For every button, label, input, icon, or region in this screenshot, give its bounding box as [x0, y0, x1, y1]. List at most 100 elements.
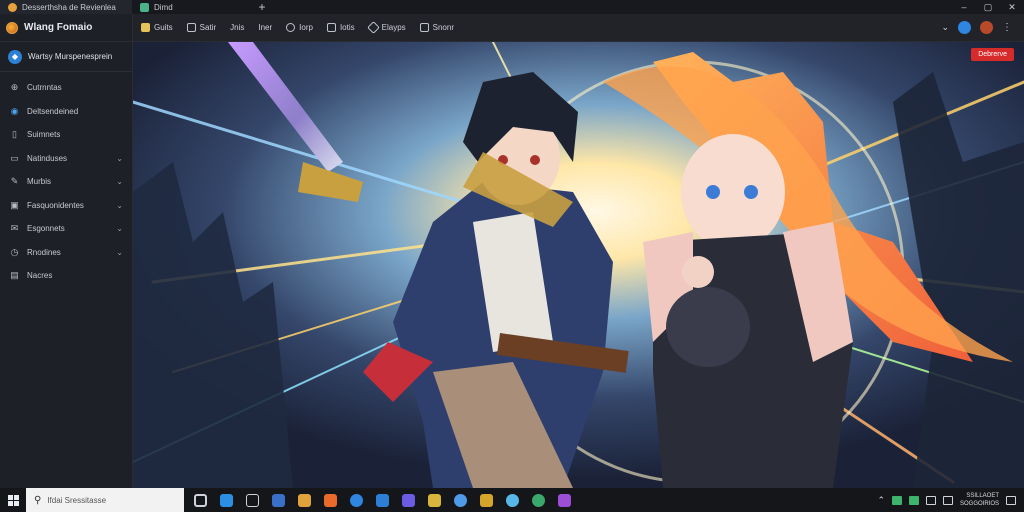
toolbar-label: Iner: [258, 23, 273, 32]
app-title: Wlang Fomaio: [24, 22, 93, 33]
artwork-canvas: Debrerve: [133, 42, 1024, 488]
app-header: Wlang Fomaio: [0, 14, 132, 42]
taskbar: ⚲ Ifdai Sressitasse ⌃ SSILLAOET SOGGOIRI…: [0, 488, 1024, 512]
system-tray: ⌃ SSILLAOET SOGGOIRIOS: [877, 492, 1024, 508]
toolbar-button-guits[interactable]: Guits: [141, 23, 173, 32]
toolbar-button-iner[interactable]: Iner: [258, 23, 272, 32]
app-icon[interactable]: [532, 493, 545, 507]
sidebar-item-cutrnntas[interactable]: ⊕ Cutrnntas: [0, 76, 132, 100]
wifi-icon[interactable]: [925, 495, 936, 505]
sidebar-item-suimnets[interactable]: ▯ Suimnets: [0, 123, 132, 147]
window-icon: [419, 23, 429, 32]
sidebar-item-label: Deltsendeined: [27, 106, 79, 116]
tab-label: Dimd: [154, 2, 173, 12]
tab-label: Desserthsha de Revienlea: [22, 2, 116, 12]
toolbar-button-iotis[interactable]: Iotis: [326, 23, 355, 32]
app-icon[interactable]: [272, 493, 285, 507]
window-controls: – ▢ ✕: [952, 0, 1024, 14]
anime-illustration: [133, 42, 1024, 488]
chevron-down-icon[interactable]: ⌄: [116, 154, 123, 163]
chevron-down-icon[interactable]: ⌄: [941, 22, 949, 33]
sidebar-item-label: Nacres: [27, 271, 53, 281]
battery-icon[interactable]: [908, 495, 919, 505]
app-icon[interactable]: [194, 493, 207, 507]
app-icon[interactable]: [428, 493, 441, 507]
workspace-name: Wartsy Murspenesprein: [28, 52, 113, 61]
new-tab-plus-icon[interactable]: +: [254, 0, 270, 14]
brush-icon: ✎: [10, 176, 19, 187]
chevron-down-icon[interactable]: ⌄: [116, 201, 123, 210]
tab-favicon-icon: [140, 2, 149, 12]
sidebar-item-label: Esgonnets: [27, 224, 65, 234]
clock-time: SSILLAOET: [966, 493, 999, 499]
toolbar-label: Snonr: [432, 23, 454, 32]
more-icon[interactable]: ⋮: [1002, 22, 1012, 33]
document-icon: ▯: [12, 129, 17, 140]
toolbar-label: Guits: [154, 23, 173, 32]
chevron-down-icon[interactable]: ⌄: [116, 177, 123, 186]
minimize-icon[interactable]: –: [952, 0, 976, 14]
sidebar-item-esgonnets[interactable]: ✉ Esgonnets ⌄: [0, 217, 132, 241]
close-icon[interactable]: ✕: [1000, 0, 1024, 14]
toolbar-button-snonr[interactable]: Snonr: [419, 23, 454, 32]
app-icon[interactable]: [454, 493, 467, 507]
sidebar-item-label: Murbis: [27, 177, 52, 187]
app-icon[interactable]: [376, 493, 389, 507]
workspace-selector[interactable]: ◆ Wartsy Murspenesprein: [0, 42, 132, 72]
taskbar-clock[interactable]: SSILLAOET SOGGOIRIOS: [960, 492, 999, 508]
app-icon[interactable]: [350, 493, 363, 507]
maximize-icon[interactable]: ▢: [976, 0, 1000, 14]
title-bar: Desserthsha de Revienlea Dimd + – ▢ ✕: [0, 0, 1024, 14]
toolbar-button-satir[interactable]: Satir: [186, 23, 217, 32]
sidebar-item-label: Cutrnntas: [27, 83, 62, 93]
browser-tab-1[interactable]: Desserthsha de Revienlea: [0, 0, 132, 14]
toolbar: Guits Satir Jnis Iner Iorp Iotis Elayps …: [133, 14, 1024, 42]
network-icon[interactable]: [891, 495, 902, 505]
sidebar-item-fasquonidentes[interactable]: ▣ Fasquonidentes ⌄: [0, 194, 132, 218]
avatar[interactable]: [980, 21, 993, 34]
taskbar-search-input[interactable]: ⚲ Ifdai Sressitasse: [26, 488, 184, 512]
sidebar: Wlang Fomaio ◆ Wartsy Murspenesprein ⊕ C…: [0, 14, 133, 488]
sidebar-item-rnodines[interactable]: ◷ Rnodines ⌄: [0, 241, 132, 265]
toolbar-button-elayps[interactable]: Elayps: [366, 21, 406, 34]
circle-icon: [286, 23, 296, 32]
profile-icon[interactable]: [958, 21, 971, 34]
sidebar-item-deltsendeined[interactable]: ◉ Deltsendeined: [0, 100, 132, 124]
sidebar-item-label: Rnodines: [27, 247, 61, 257]
app-icon[interactable]: [324, 493, 337, 507]
app-icon[interactable]: [298, 493, 311, 507]
sidebar-item-label: Fasquonidentes: [27, 200, 84, 210]
book-icon: ▭: [10, 152, 19, 163]
toolbar-label: Jnis: [230, 23, 245, 32]
toolbar-label: Iorp: [299, 23, 313, 32]
chevron-down-icon[interactable]: ⌄: [116, 224, 123, 233]
app-icon[interactable]: [402, 493, 415, 507]
sidebar-item-nacres[interactable]: ▤ Nacres: [0, 264, 132, 288]
notification-icon[interactable]: [1006, 495, 1016, 505]
toolbar-label: Satir: [199, 23, 217, 32]
browser-tab-2[interactable]: Dimd: [132, 0, 254, 14]
app-icon[interactable]: [220, 493, 233, 507]
toolbar-button-iorp[interactable]: Iorp: [286, 23, 313, 32]
app-icon[interactable]: [558, 493, 571, 507]
cube-icon: [366, 21, 380, 34]
sidebar-item-murbis[interactable]: ✎ Murbis ⌄: [0, 170, 132, 194]
volume-icon[interactable]: [942, 495, 953, 505]
sidebar-item-label: Natinduses: [27, 153, 68, 163]
chevron-down-icon[interactable]: ⌄: [116, 248, 123, 257]
mail-icon: ✉: [10, 223, 19, 234]
chevron-up-icon[interactable]: ⌃: [877, 495, 885, 506]
windows-start-icon[interactable]: [0, 488, 26, 512]
sidebar-item-natinduses[interactable]: ▭ Natinduses ⌄: [0, 147, 132, 171]
status-badge[interactable]: Debrerve: [971, 48, 1014, 61]
app-icon[interactable]: [480, 493, 493, 507]
app-icon[interactable]: [246, 493, 259, 507]
app-icon[interactable]: [506, 493, 519, 507]
search-icon: ⚲: [34, 494, 42, 506]
pinned-apps: [184, 493, 571, 507]
toolbar-button-jnis[interactable]: Jnis: [230, 23, 244, 32]
toolbar-right: ⌄ ⋮: [941, 21, 1024, 34]
image-icon: ▤: [10, 270, 19, 281]
clock-date: SOGGOIRIOS: [959, 501, 999, 507]
folder-icon: [141, 23, 150, 32]
